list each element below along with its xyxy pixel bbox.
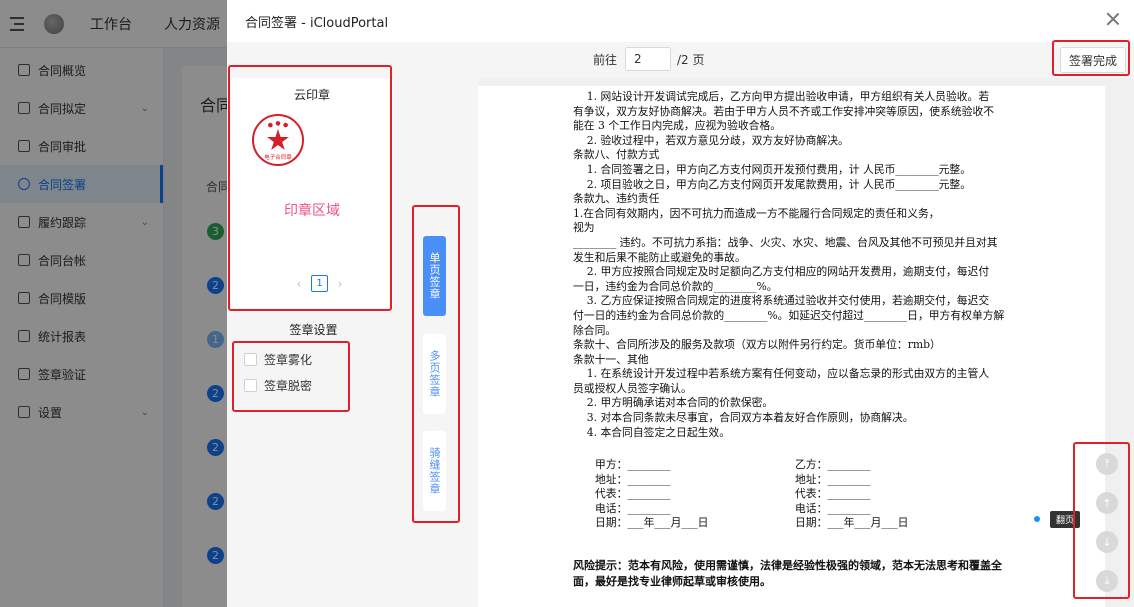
contract-line: 3. 乙方应保证按照合同规定的进度将系统通过验收并交付使用，若逾期交付，每迟交 bbox=[573, 294, 990, 308]
party-b-block: 乙方：________ 地址：________ 代表：________ 电话：____… bbox=[795, 458, 908, 531]
risk-notice: 风险提示：范本有风险，使用需谨慎，法律是经验性极强的领域，范本无法思考和覆盖全面… bbox=[573, 559, 1002, 588]
contract-line: 条款九、违约责任 bbox=[573, 192, 660, 206]
contract-line: 1. 在系统设计开发过程中若系统方案有任何变动，应以备忘录的形式由双方的主管人 bbox=[573, 367, 990, 381]
document-page: 1. 网站设计开发调试完成后，乙方向甲方提出验收申请，甲方组织有关人员验收。若有… bbox=[478, 86, 1105, 607]
contract-line: 视为 bbox=[573, 221, 595, 235]
contract-line: 除合同。 bbox=[573, 323, 617, 337]
party-b-line: 乙方：________ bbox=[795, 458, 871, 471]
party-a-line: 甲方：________ bbox=[595, 458, 671, 471]
highlight-box bbox=[232, 341, 350, 412]
party-a-line: 地址：________ bbox=[595, 472, 671, 486]
contract-line: 付一日的违约金为合同总价款的________%。如延迟交付超过________日… bbox=[573, 308, 1005, 322]
party-a-line: 代表：________ bbox=[595, 487, 671, 501]
contract-line: 能在 3 个工作日内完成，应视为验收合格。 bbox=[573, 119, 782, 133]
contract-line: 1. 网站设计开发调试完成后，乙方向甲方提出验收申请，甲方组织有关人员验收。若 bbox=[573, 90, 990, 103]
dialog-title: 合同签署 - iCloudPortal bbox=[245, 15, 389, 31]
contract-text: 1. 网站设计开发调试完成后，乙方向甲方提出验收申请，甲方组织有关人员验收。若有… bbox=[573, 90, 1013, 440]
contract-line: 员或授权人员签字确认。 bbox=[573, 381, 692, 395]
page-number-input[interactable] bbox=[625, 47, 672, 71]
contract-line: 2. 甲方明确承诺对本合同的价款保密。 bbox=[573, 396, 774, 410]
party-a-line: 电话：________ bbox=[595, 501, 671, 515]
page-indicator-dot bbox=[1034, 516, 1040, 522]
contract-line: 4. 本合同自签定之日起生效。 bbox=[573, 425, 731, 439]
contract-line: 1. 合同签署之日，甲方向乙方支付网页开发预付费用，计 人民币________元… bbox=[573, 162, 971, 176]
contract-line: 发生和后果不能防止或避免的事故。 bbox=[573, 250, 746, 264]
dialog-header: 合同签署 - iCloudPortal bbox=[227, 0, 1134, 42]
contract-line: 2. 项目验收之日，甲方向乙方支付网页开发尾款费用，计 人民币________元… bbox=[573, 177, 971, 191]
highlight-box bbox=[1073, 442, 1130, 599]
contract-line: 条款八、付款方式 bbox=[573, 148, 660, 162]
close-icon[interactable] bbox=[1106, 12, 1120, 26]
contract-line: 条款十、合同所涉及的服务及款项（双方以附件另行约定。货币单位：rmb） bbox=[573, 338, 941, 352]
highlight-box bbox=[1052, 40, 1130, 76]
party-b-line: 代表：________ bbox=[795, 487, 871, 501]
contract-line: 一日，违约金为合同总价款的________%。 bbox=[573, 279, 778, 293]
sign-settings-title: 签章设置 bbox=[289, 323, 338, 337]
contract-line: 条款十一、其他 bbox=[573, 352, 649, 366]
pager-suffix: /2 页 bbox=[677, 52, 705, 67]
party-b-line: 电话：________ bbox=[795, 501, 871, 515]
contract-line: 2. 甲方应按照合同规定及时足额向乙方支付相应的网站开发费用，逾期支付，每迟付 bbox=[573, 265, 990, 279]
contract-line: 3. 对本合同条款未尽事宜，合同双方本着友好合作原则，协商解决。 bbox=[573, 411, 914, 425]
party-b-line: 日期：___年___月___日 bbox=[795, 516, 909, 530]
page-jumper: 前往 /2 页 bbox=[593, 47, 705, 71]
pager-prefix: 前往 bbox=[593, 52, 618, 67]
contract-line: 2. 验收过程中，若双方意见分歧，双方友好协商解决。 bbox=[573, 133, 849, 147]
contract-line: ________ 违约。不可抗力系指：战争、火灾、水灾、地震、台风及其他不可预见… bbox=[573, 235, 998, 249]
party-a-block: 甲方：________ 地址：________ 代表：________ 电话：____… bbox=[595, 458, 708, 531]
contract-line: 1.在合同有效期内，因不可抗力而造成一方不能履行合同规定的责任和义务， bbox=[573, 206, 940, 220]
highlight-box bbox=[412, 205, 460, 523]
party-a-line: 日期：___年___月___日 bbox=[595, 516, 709, 530]
document-viewer: 1. 网站设计开发调试完成后，乙方向甲方提出验收申请，甲方组织有关人员验收。若有… bbox=[478, 78, 1134, 607]
highlight-box bbox=[228, 65, 392, 311]
contract-line: 有争议，双方友好协商解决。若由于甲方人员不齐或工作安排冲突等原因，使系统验收不 bbox=[573, 104, 995, 118]
sign-dialog: 合同签署 - iCloudPortal 前往 /2 页 签署完成 云印章 电子合… bbox=[227, 0, 1134, 607]
party-b-line: 地址：________ bbox=[795, 472, 871, 486]
